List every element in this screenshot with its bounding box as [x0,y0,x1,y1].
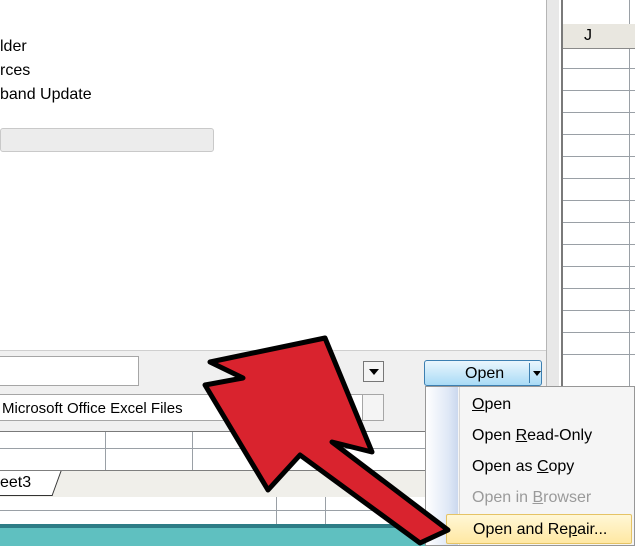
file-name-dropdown[interactable] [363,361,384,382]
place-item-update[interactable]: band Update [0,86,92,104]
place-item-resources[interactable]: rces [0,62,30,80]
dialog-scrollbar[interactable] [546,0,559,430]
open-split-button[interactable]: Open [424,360,542,386]
menu-item-open-in-browser[interactable]: Open in Browser [458,483,634,513]
file-type-dropdown[interactable] [362,394,384,421]
column-header-j[interactable]: J [560,24,635,49]
menu-item-open[interactable]: Open [458,390,634,420]
place-item-folder[interactable]: lder [0,38,27,56]
places-panel-bar [0,128,214,152]
menu-item-open-read-only[interactable]: Open Read-Only [458,421,634,451]
chevron-down-icon [369,369,379,375]
open-button-label: Open [465,365,505,382]
file-name-input[interactable] [0,356,139,386]
chevron-down-icon[interactable] [533,371,541,376]
column-header-label: J [584,27,592,44]
menu-item-open-as-copy[interactable]: Open as Copy [458,452,634,482]
file-type-select[interactable]: Microsoft Office Excel Files [0,394,364,421]
menu-item-open-and-repair[interactable]: Open and Repair... [446,514,632,544]
open-options-menu: Open Open Read-Only Open as Copy Open in… [425,386,635,546]
sheet-tab-label: eet3 [0,474,32,491]
